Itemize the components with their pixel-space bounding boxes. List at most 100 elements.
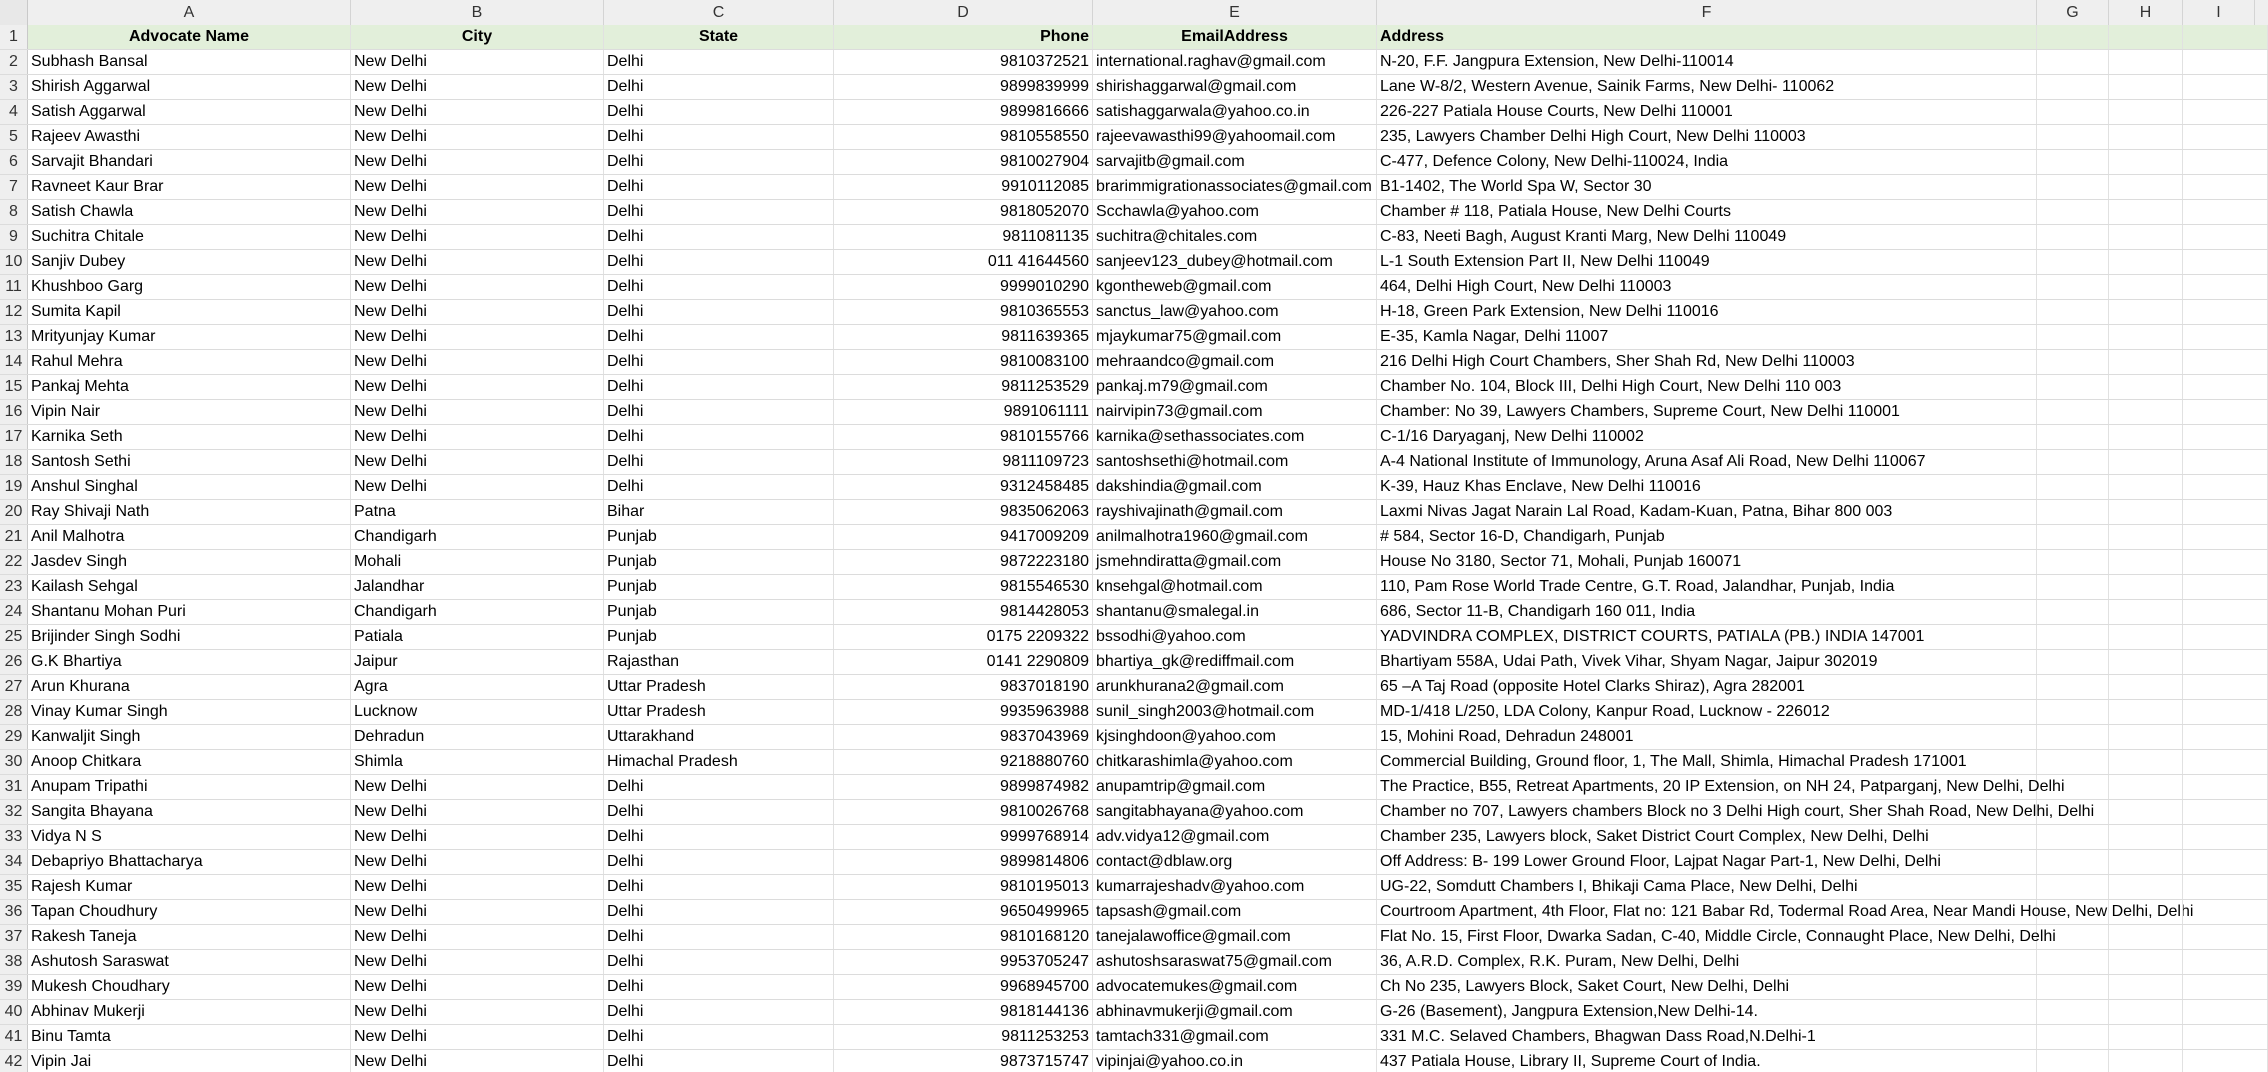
- row-number[interactable]: 8: [0, 200, 28, 224]
- cell-city[interactable]: New Delhi: [351, 225, 604, 249]
- cell-phone[interactable]: 0175 2209322: [834, 625, 1093, 649]
- row-number[interactable]: 15: [0, 375, 28, 399]
- empty-cell[interactable]: [2037, 675, 2109, 699]
- cell-city[interactable]: New Delhi: [351, 825, 604, 849]
- column-header-e[interactable]: E: [1093, 0, 1377, 25]
- cell-address[interactable]: Lane W-8/2, Western Avenue, Sainik Farms…: [1377, 75, 2037, 99]
- empty-cell[interactable]: [2037, 325, 2109, 349]
- empty-cell[interactable]: [2183, 275, 2268, 299]
- cell-state[interactable]: Punjab: [604, 525, 834, 549]
- empty-cell[interactable]: [2109, 800, 2183, 824]
- cell-phone[interactable]: 9814428053: [834, 600, 1093, 624]
- cell-state[interactable]: Punjab: [604, 600, 834, 624]
- cell-email[interactable]: anupamtrip@gmail.com: [1093, 775, 1377, 799]
- row-number[interactable]: 23: [0, 575, 28, 599]
- cell-address[interactable]: 110, Pam Rose World Trade Centre, G.T. R…: [1377, 575, 2037, 599]
- empty-cell[interactable]: [2037, 475, 2109, 499]
- row-number[interactable]: 22: [0, 550, 28, 574]
- header-cell-state[interactable]: State: [604, 25, 834, 49]
- empty-cell[interactable]: [2037, 200, 2109, 224]
- cell-address[interactable]: MD-1/418 L/250, LDA Colony, Kanpur Road,…: [1377, 700, 2037, 724]
- cell-phone[interactable]: 011 41644560: [834, 250, 1093, 274]
- empty-cell[interactable]: [2183, 650, 2268, 674]
- empty-cell[interactable]: [2037, 725, 2109, 749]
- header-cell-phone[interactable]: Phone: [834, 25, 1093, 49]
- row-number[interactable]: 25: [0, 625, 28, 649]
- empty-cell[interactable]: [2183, 200, 2268, 224]
- cell-email[interactable]: kgontheweb@gmail.com: [1093, 275, 1377, 299]
- row-number[interactable]: 13: [0, 325, 28, 349]
- empty-cell[interactable]: [2037, 425, 2109, 449]
- cell-advocate-name[interactable]: Shantanu Mohan Puri: [28, 600, 351, 624]
- cell-state[interactable]: Delhi: [604, 350, 834, 374]
- empty-cell[interactable]: [2037, 1050, 2109, 1072]
- empty-cell[interactable]: [2183, 675, 2268, 699]
- cell-phone[interactable]: 9899874982: [834, 775, 1093, 799]
- cell-city[interactable]: New Delhi: [351, 925, 604, 949]
- cell-state[interactable]: Delhi: [604, 1050, 834, 1072]
- cell-city[interactable]: New Delhi: [351, 975, 604, 999]
- empty-cell[interactable]: [2109, 825, 2183, 849]
- cell-advocate-name[interactable]: Binu Tamta: [28, 1025, 351, 1049]
- header-cell-city[interactable]: City: [351, 25, 604, 49]
- row-number[interactable]: 12: [0, 300, 28, 324]
- row-number[interactable]: 24: [0, 600, 28, 624]
- cell-phone[interactable]: 9968945700: [834, 975, 1093, 999]
- cell-city[interactable]: Patiala: [351, 625, 604, 649]
- row-number[interactable]: 3: [0, 75, 28, 99]
- cell-state[interactable]: Delhi: [604, 1000, 834, 1024]
- empty-cell[interactable]: [2109, 550, 2183, 574]
- empty-cell[interactable]: [2037, 150, 2109, 174]
- row-number[interactable]: 11: [0, 275, 28, 299]
- empty-cell[interactable]: [2037, 575, 2109, 599]
- empty-cell[interactable]: [2037, 975, 2109, 999]
- row-number[interactable]: 35: [0, 875, 28, 899]
- empty-cell[interactable]: [2109, 100, 2183, 124]
- cell-address[interactable]: Chamber: No 39, Lawyers Chambers, Suprem…: [1377, 400, 2037, 424]
- empty-cell[interactable]: [2037, 25, 2109, 49]
- empty-cell[interactable]: [2037, 700, 2109, 724]
- cell-state[interactable]: Delhi: [604, 100, 834, 124]
- cell-state[interactable]: Delhi: [604, 250, 834, 274]
- empty-cell[interactable]: [2037, 250, 2109, 274]
- empty-cell[interactable]: [2183, 450, 2268, 474]
- cell-city[interactable]: Jaipur: [351, 650, 604, 674]
- row-number[interactable]: 21: [0, 525, 28, 549]
- empty-cell[interactable]: [2183, 400, 2268, 424]
- row-number[interactable]: 31: [0, 775, 28, 799]
- row-number[interactable]: 27: [0, 675, 28, 699]
- empty-cell[interactable]: [2037, 800, 2109, 824]
- empty-cell[interactable]: [2037, 450, 2109, 474]
- cell-phone[interactable]: 9810155766: [834, 425, 1093, 449]
- cell-state[interactable]: Bihar: [604, 500, 834, 524]
- cell-phone[interactable]: 0141 2290809: [834, 650, 1093, 674]
- cell-phone[interactable]: 9910112085: [834, 175, 1093, 199]
- cell-state[interactable]: Punjab: [604, 550, 834, 574]
- cell-phone[interactable]: 9999010290: [834, 275, 1093, 299]
- cell-phone[interactable]: 9650499965: [834, 900, 1093, 924]
- cell-state[interactable]: Delhi: [604, 825, 834, 849]
- cell-phone[interactable]: 9873715747: [834, 1050, 1093, 1072]
- cell-email[interactable]: kumarrajeshadv@yahoo.com: [1093, 875, 1377, 899]
- cell-city[interactable]: Jalandhar: [351, 575, 604, 599]
- row-number[interactable]: 17: [0, 425, 28, 449]
- cell-phone[interactable]: 9899814806: [834, 850, 1093, 874]
- empty-cell[interactable]: [2109, 625, 2183, 649]
- cell-state[interactable]: Delhi: [604, 975, 834, 999]
- cell-phone[interactable]: 9811081135: [834, 225, 1093, 249]
- cell-email[interactable]: pankaj.m79@gmail.com: [1093, 375, 1377, 399]
- cell-address[interactable]: 216 Delhi High Court Chambers, Sher Shah…: [1377, 350, 2037, 374]
- cell-advocate-name[interactable]: Satish Chawla: [28, 200, 351, 224]
- cell-advocate-name[interactable]: Ray Shivaji Nath: [28, 500, 351, 524]
- cell-state[interactable]: Delhi: [604, 75, 834, 99]
- cell-advocate-name[interactable]: Tapan Choudhury: [28, 900, 351, 924]
- cell-phone[interactable]: 9818052070: [834, 200, 1093, 224]
- empty-cell[interactable]: [2109, 650, 2183, 674]
- cell-email[interactable]: abhinavmukerji@gmail.com: [1093, 1000, 1377, 1024]
- cell-email[interactable]: adv.vidya12@gmail.com: [1093, 825, 1377, 849]
- cell-email[interactable]: mehraandco@gmail.com: [1093, 350, 1377, 374]
- cell-address[interactable]: Chamber # 118, Patiala House, New Delhi …: [1377, 200, 2037, 224]
- cell-advocate-name[interactable]: Rahul Mehra: [28, 350, 351, 374]
- cell-email[interactable]: tapsash@gmail.com: [1093, 900, 1377, 924]
- cell-advocate-name[interactable]: Sangita Bhayana: [28, 800, 351, 824]
